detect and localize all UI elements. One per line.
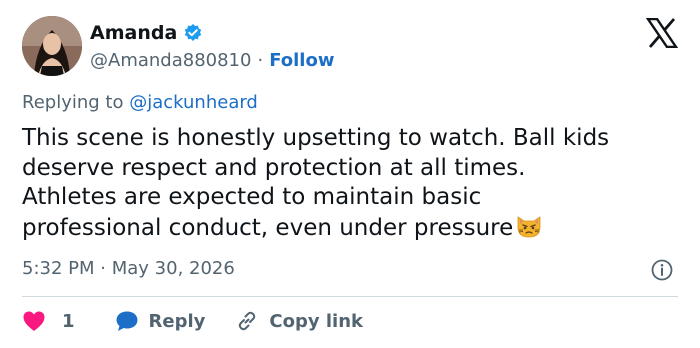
tweet-text: This scene is honestly upsetting to watc… — [22, 124, 692, 243]
tweet-date: May 30, 2026 — [111, 258, 235, 279]
copy-link-label: Copy link — [269, 310, 363, 332]
tweet-time: 5:32 PM — [22, 258, 95, 279]
tweet-timestamp[interactable]: 5:32 PM · May 30, 2026 — [22, 258, 235, 279]
avatar[interactable] — [22, 16, 82, 76]
separator-dot: · — [257, 49, 264, 71]
author-handle[interactable]: @Amanda880810 — [90, 50, 251, 71]
author-name[interactable]: Amanda — [90, 22, 177, 44]
replying-to: Replying to @jackunheard — [22, 92, 258, 113]
copy-link-button[interactable]: Copy link — [235, 309, 363, 333]
tweet-text-line: deserve respect and protection at all ti… — [22, 154, 526, 181]
heart-icon — [22, 310, 46, 332]
tweet-text-line-last: professional conduct, even under pressur… — [22, 213, 692, 244]
reply-label: Reply — [148, 310, 206, 332]
tweet-text-line: Athletes are expected to maintain basic — [22, 184, 482, 210]
replying-to-mention[interactable]: @jackunheard — [129, 92, 258, 113]
author-handle-row: @Amanda880810 · Follow — [90, 48, 334, 72]
tweet-text-line: This scene is honestly upsetting to watc… — [22, 125, 610, 151]
reply-bubble-icon — [115, 310, 139, 332]
like-count: 1 — [62, 310, 75, 332]
link-icon — [235, 309, 259, 333]
tweet-text-line: professional conduct, even under pressur… — [22, 214, 514, 241]
info-icon[interactable] — [650, 258, 674, 282]
divider — [22, 296, 678, 297]
follow-button[interactable]: Follow — [269, 50, 334, 71]
like-button[interactable]: 1 — [22, 310, 75, 332]
reply-button[interactable]: Reply — [115, 310, 206, 332]
tweet-card: Amanda @Amanda880810 · Follow Replying t… — [0, 0, 700, 348]
action-bar: 1 Reply Copy link — [22, 306, 363, 336]
separator-dot: · — [100, 258, 106, 279]
x-logo-icon[interactable] — [645, 17, 679, 49]
author-name-row: Amanda — [90, 20, 203, 46]
replying-to-prefix: Replying to — [22, 92, 124, 113]
verified-badge-icon — [183, 23, 203, 43]
pouting-cat-emoji-icon — [515, 213, 543, 239]
